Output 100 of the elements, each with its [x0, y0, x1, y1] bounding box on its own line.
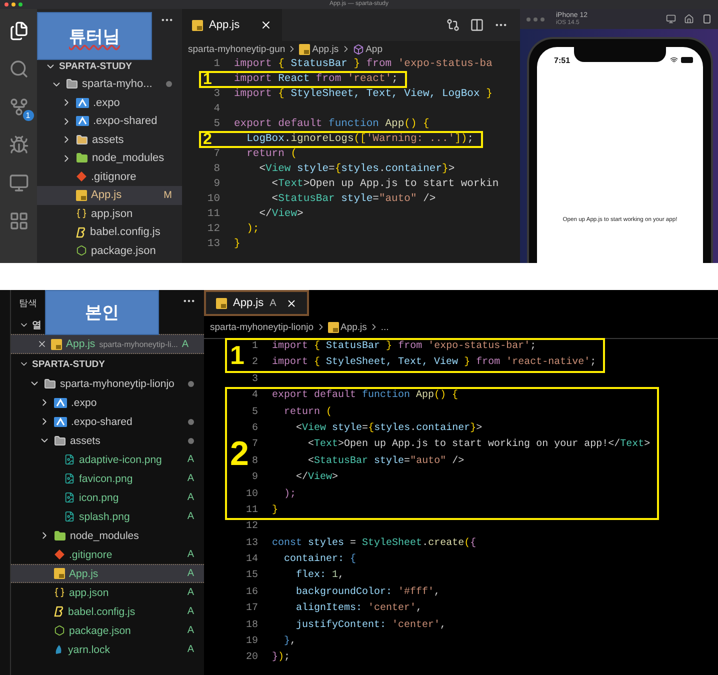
breadcrumb[interactable]: sparta-myhoneytip-lionjo — [210, 322, 314, 332]
status-letter: A — [187, 625, 194, 636]
line-number: 5 — [214, 118, 220, 130]
file-name: package.json — [69, 624, 132, 636]
image-file-icon — [64, 492, 75, 503]
activity-button[interactable]: 1 — [6, 95, 30, 119]
code-line: <View style={styles.container}> — [258, 162, 455, 177]
breadcrumb[interactable]: App — [366, 44, 382, 54]
tree-item[interactable]: babel.config.js A — [11, 602, 204, 621]
tree-item[interactable]: .expo-shared — [37, 112, 182, 130]
line-number: 3 — [214, 88, 220, 100]
line-number: 14 — [246, 554, 258, 566]
code-line: container: { — [283, 552, 356, 568]
tree-item[interactable]: App.js M — [37, 186, 182, 204]
editor-tab[interactable]: App.js — [182, 9, 282, 41]
notification-badge: 1 — [22, 110, 34, 121]
tree-item[interactable]: node_modules — [37, 149, 182, 168]
file-name: sparta-myhoneytip-lionjo — [60, 378, 176, 390]
split-editor-icon[interactable] — [470, 18, 484, 32]
js-file-icon — [51, 338, 62, 350]
line-number: 13 — [207, 238, 220, 250]
tree-item[interactable]: app.json — [37, 204, 182, 223]
hexagon-icon — [76, 245, 87, 256]
tree-item[interactable]: yarn.lock A — [11, 640, 204, 659]
tree-item[interactable]: App.js A — [11, 564, 204, 583]
status-letter: A — [187, 606, 194, 617]
line-number: 20 — [246, 652, 258, 664]
label-box: 튜터님 — [37, 12, 152, 60]
tree-item[interactable]: node_modules — [11, 526, 204, 545]
js-file-icon — [76, 190, 87, 201]
tree-item[interactable]: assets — [11, 431, 204, 450]
code-line: export default function App() { — [272, 388, 458, 404]
compare-icon[interactable] — [446, 18, 460, 32]
tree-item[interactable]: app.json A — [11, 583, 204, 602]
file-name: app.json — [69, 586, 110, 598]
cube-icon — [352, 44, 364, 54]
tree-item[interactable]: assets — [37, 130, 182, 149]
babel-icon — [76, 226, 86, 238]
line-number: 11 — [207, 208, 220, 220]
line-number: 2 — [252, 357, 258, 368]
js-file-icon — [216, 298, 227, 308]
tree-item[interactable]: sparta-myho... — [37, 75, 182, 94]
tree-item[interactable]: .gitignore A — [11, 545, 204, 564]
line-number: 11 — [246, 504, 258, 516]
folder-description: sparta-myhoneytip-li... — [99, 340, 178, 348]
line-number: 9 — [214, 178, 220, 190]
section-title: SPARTA-STUDY — [59, 60, 132, 72]
status-letter: A — [187, 568, 194, 579]
file-name: node_modules — [92, 152, 166, 164]
folder-icon — [76, 134, 88, 146]
tree-item[interactable]: adaptive-icon.png A — [11, 450, 204, 469]
breadcrumb[interactable]: App.js — [340, 322, 367, 332]
status-letter: A — [187, 511, 194, 522]
tree-item[interactable]: .gitignore — [37, 168, 182, 186]
expo-folder-icon — [54, 416, 67, 426]
debug-icon — [8, 135, 28, 155]
tree-item[interactable]: sparta-myhoneytip-lionjo — [11, 374, 204, 393]
file-name: .expo-shared — [93, 115, 158, 128]
hexagon-icon — [54, 625, 65, 636]
close-icon[interactable] — [286, 298, 298, 308]
code-line: return ( — [283, 406, 332, 420]
tree-item[interactable]: icon.png A — [11, 488, 204, 507]
code-line: </View> — [258, 207, 304, 222]
annotation-number: 2 — [230, 436, 249, 471]
git-icon — [76, 171, 87, 182]
breadcrumb[interactable]: ... — [380, 322, 389, 332]
tree-item[interactable]: package.json — [37, 242, 182, 260]
tree-item[interactable]: .expo — [11, 393, 204, 412]
line-number: 19 — [246, 636, 258, 648]
editor-tab[interactable]: App.js A — [204, 290, 310, 316]
annotation-number: 1 — [203, 72, 212, 88]
file-name: babel.config.js — [68, 606, 136, 618]
tree-item[interactable]: babel.config.js — [37, 223, 182, 242]
home-icon[interactable] — [684, 14, 694, 24]
tree-item[interactable]: favicon.png A — [11, 469, 204, 488]
file-name: App.js — [69, 568, 100, 580]
status-letter: A — [270, 298, 276, 308]
line-number: 18 — [246, 620, 258, 631]
code-line: LogBox.ignoreLogs(['Warning: ...']); — [246, 132, 474, 147]
file-name: sparta-myho... — [82, 78, 154, 90]
line-number: 12 — [246, 521, 258, 532]
status-letter: A — [187, 454, 194, 465]
image-file-icon — [64, 454, 75, 465]
close-icon[interactable] — [37, 339, 47, 349]
tree-item[interactable]: .expo-shared — [11, 412, 204, 431]
monitor-icon — [8, 173, 28, 193]
close-icon[interactable] — [260, 19, 272, 31]
git-icon — [54, 549, 65, 560]
open-editor-item[interactable]: App.js sparta-myhoneytip-li... A — [11, 334, 204, 354]
tree-item[interactable]: package.json A — [11, 621, 204, 640]
code-line: import { StyleSheet, Text, View, LogBox } — [234, 87, 492, 102]
breadcrumb[interactable]: App.js — [312, 44, 339, 54]
wifi-icon — [670, 56, 678, 64]
file-name: splash.png — [79, 510, 131, 522]
tree-item[interactable]: .expo — [37, 94, 182, 112]
folder-icon — [44, 378, 56, 390]
breadcrumb[interactable]: sparta-myhoneytip-gun — [188, 44, 286, 54]
tree-item[interactable]: splash.png A — [11, 507, 204, 526]
code-line: } — [234, 237, 240, 252]
code-line: </View> — [295, 470, 338, 486]
